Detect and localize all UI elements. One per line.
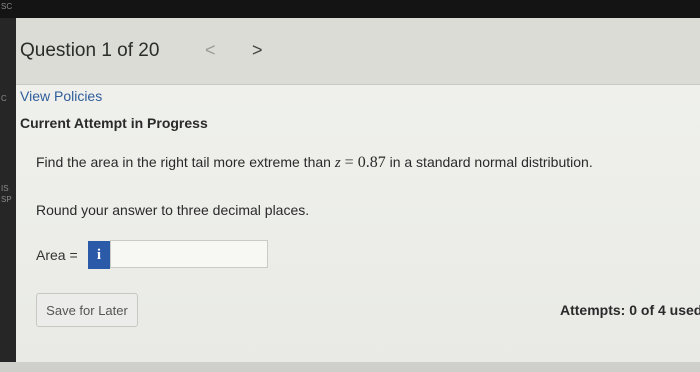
area-label: Area = bbox=[36, 247, 78, 263]
left-edge-strip: C IS SP bbox=[0, 18, 16, 372]
edge-fragment-low1: IS bbox=[1, 184, 9, 193]
z-variable: z bbox=[334, 155, 341, 171]
edge-fragment-top: SC bbox=[1, 2, 13, 11]
attempts-status: Attempts: 0 of 4 used bbox=[560, 302, 700, 318]
bottom-band bbox=[0, 362, 700, 372]
question-text-after: in a standard normal distribution. bbox=[389, 154, 593, 170]
chevron-right-icon[interactable]: > bbox=[252, 40, 263, 61]
question-header: Question 1 of 20 < > bbox=[16, 18, 700, 85]
edge-fragment-low2: SP bbox=[1, 195, 12, 204]
area-answer-input[interactable] bbox=[110, 240, 268, 268]
question-text: Find the area in the right tail more ext… bbox=[36, 154, 593, 172]
current-attempt-heading: Current Attempt in Progress bbox=[20, 115, 208, 131]
chevron-left-icon[interactable]: < bbox=[205, 40, 216, 61]
info-icon[interactable]: i bbox=[88, 241, 110, 269]
question-text-before: Find the area in the right tail more ext… bbox=[36, 154, 331, 170]
rounding-instruction: Round your answer to three decimal place… bbox=[36, 202, 310, 218]
z-value: 0.87 bbox=[357, 154, 386, 171]
edge-fragment-mid: C bbox=[1, 94, 7, 103]
question-page: Question 1 of 20 < > View Policies Curre… bbox=[16, 18, 700, 362]
equals-sign: = bbox=[344, 154, 354, 171]
question-counter: Question 1 of 20 bbox=[20, 40, 160, 61]
view-policies-link[interactable]: View Policies bbox=[20, 88, 102, 104]
top-window-strip: SC bbox=[0, 0, 700, 18]
save-for-later-button[interactable]: Save for Later bbox=[36, 293, 138, 327]
